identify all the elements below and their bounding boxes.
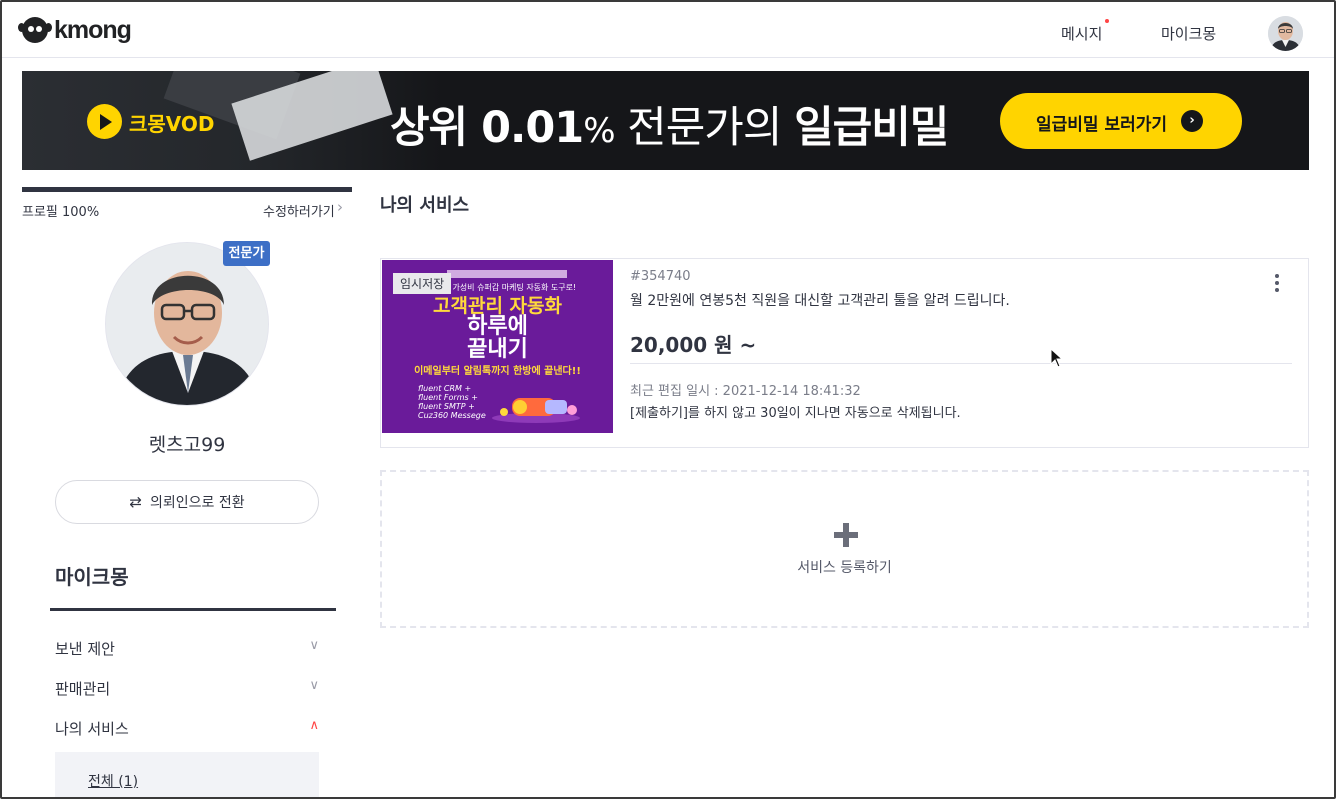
nav-message-link[interactable]: 메시지 bbox=[1061, 23, 1102, 44]
profile-progress-label: 프로필 100% bbox=[22, 205, 100, 220]
more-options-icon[interactable] bbox=[1274, 274, 1280, 296]
draft-tag: 임시저장 bbox=[393, 273, 452, 294]
thumbnail-headline-line2: 끝내기 bbox=[467, 337, 528, 362]
chevron-up-icon: ∧ bbox=[309, 718, 319, 733]
username: 렛츠고99 bbox=[148, 434, 226, 456]
headline-percent: % bbox=[583, 111, 615, 151]
expert-badge: 전문가 bbox=[223, 241, 270, 266]
my-services-submenu: 전체 (1) bbox=[55, 752, 319, 797]
edit-profile-link[interactable]: 수정하러가기 bbox=[263, 201, 335, 220]
menu-item-label: 나의 서비스 bbox=[55, 720, 129, 738]
profile-progress-bar bbox=[22, 187, 352, 192]
chevron-right-icon: › bbox=[337, 198, 343, 216]
cta-label: 일급비밀 보러가기 bbox=[1036, 115, 1168, 135]
app-window: kmong 메시지 마이크몽 크몽VOD 상위 0.01% 전문가의 일급비밀 bbox=[0, 0, 1336, 799]
promo-banner[interactable]: 크몽VOD 상위 0.01% 전문가의 일급비밀 일급비밀 보러가기 › bbox=[22, 71, 1309, 170]
thumbnail-list: fluent CRM + fluent Forms + fluent SMTP … bbox=[418, 384, 486, 420]
service-price: 20,000 원 ~ bbox=[630, 333, 757, 357]
menu-item-my-services[interactable]: 나의 서비스 ∧ bbox=[55, 718, 319, 738]
swap-arrows-icon: ⇄ bbox=[129, 493, 142, 511]
headline-bold: 일급비밀 bbox=[794, 103, 949, 153]
service-title[interactable]: 월 2만원에 연봉5천 직원을 대신할 고객관리 툴을 알려 드립니다. bbox=[630, 290, 1010, 310]
page-title: 나의 서비스 bbox=[380, 195, 470, 216]
thumbnail-subtitle: 이메일부터 알림톡까지 한방에 끝낸다!! bbox=[414, 366, 581, 377]
thumbnail-list-item: fluent SMTP + bbox=[418, 402, 475, 411]
banner-photo bbox=[22, 71, 442, 170]
header-avatar[interactable] bbox=[1268, 16, 1303, 51]
banner-cta-button[interactable]: 일급비밀 보러가기 › bbox=[1000, 93, 1242, 149]
deletion-notice: [제출하기]를 하지 않고 30일이 지나면 자동으로 삭제됩니다. bbox=[630, 406, 961, 421]
top-header: kmong 메시지 마이크몽 bbox=[2, 2, 1334, 58]
headline-prefix: 상위 bbox=[390, 103, 482, 153]
thumbnail-headline: 하루에 끝내기 bbox=[382, 315, 613, 361]
monkey-logo-icon bbox=[18, 17, 52, 43]
mouse-cursor-icon bbox=[1050, 348, 1064, 368]
thumbnail-list-item: fluent CRM + bbox=[418, 384, 472, 393]
service-thumbnail[interactable]: 원, 가성비 슈퍼갑 마케팅 자동화 도구로! 고객관리 자동화 하루에 끝내기 … bbox=[382, 260, 613, 433]
thumbnail-headline-line1: 하루에 bbox=[467, 314, 528, 339]
add-service-button[interactable]: 서비스 등록하기 bbox=[380, 470, 1309, 628]
add-service-label: 서비스 등록하기 bbox=[797, 560, 892, 576]
vod-label: 크몽VOD bbox=[129, 112, 215, 136]
service-card[interactable]: 원, 가성비 슈퍼갑 마케팅 자동화 도구로! 고객관리 자동화 하루에 끝내기 … bbox=[380, 258, 1309, 448]
menu-item-label: 판매관리 bbox=[55, 680, 111, 698]
play-icon bbox=[87, 104, 122, 139]
headline-mid: 전문가의 bbox=[614, 103, 795, 153]
nav-mykmong-link[interactable]: 마이크몽 bbox=[1161, 23, 1216, 44]
thumbnail-list-item: Cuz360 Messege bbox=[418, 411, 486, 420]
submenu-item-all[interactable]: 전체 (1) bbox=[88, 771, 138, 791]
chevron-down-icon: ∨ bbox=[309, 638, 319, 653]
banner-headline: 상위 0.01% 전문가의 일급비밀 bbox=[390, 93, 949, 155]
menu-item-sales-management[interactable]: 판매관리 ∨ bbox=[55, 678, 319, 698]
logo-text: kmong bbox=[54, 15, 132, 44]
section-divider bbox=[50, 608, 336, 611]
switch-button-label: 의뢰인으로 전환 bbox=[149, 495, 245, 511]
chevron-down-icon: ∨ bbox=[309, 678, 319, 693]
chevron-right-icon: › bbox=[1181, 110, 1203, 132]
card-divider bbox=[630, 363, 1292, 364]
menu-item-label: 보낸 제안 bbox=[55, 640, 115, 658]
mykmong-section-title: 마이크몽 bbox=[55, 565, 129, 589]
thumbnail-list-item: fluent Forms + bbox=[418, 393, 478, 402]
headline-number: 0.01 bbox=[481, 103, 584, 153]
new-message-dot bbox=[1105, 19, 1109, 23]
thumbnail-illustration bbox=[492, 398, 580, 423]
service-id: #354740 bbox=[630, 269, 691, 284]
profile-photo[interactable] bbox=[105, 242, 269, 406]
menu-item-sent-offers[interactable]: 보낸 제안 ∨ bbox=[55, 638, 319, 658]
plus-icon bbox=[834, 523, 858, 547]
last-edited-time: 최근 편집 일시 : 2021-12-14 18:41:32 bbox=[630, 384, 861, 399]
switch-to-client-button[interactable]: ⇄ 의뢰인으로 전환 bbox=[55, 480, 319, 524]
kmong-logo[interactable]: kmong bbox=[18, 15, 132, 44]
